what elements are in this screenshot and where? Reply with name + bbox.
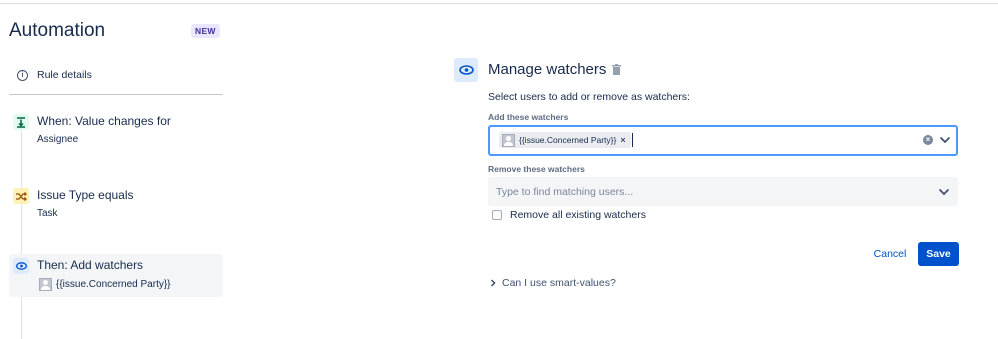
remove-all-checkbox[interactable]: [492, 210, 502, 220]
top-divider: [0, 3, 998, 4]
step-subtitle: Task: [37, 208, 58, 219]
add-watchers-field[interactable]: {{issue.Concerned Party}} × ×: [488, 125, 958, 156]
step-title: Issue Type equals: [37, 188, 134, 202]
text-cursor: [632, 133, 633, 147]
smart-values-help[interactable]: Can I use smart-values?: [490, 277, 616, 289]
step-subtitle-row: {{issue.Concerned Party}}: [39, 278, 171, 291]
chevron-down-icon[interactable]: [939, 136, 951, 144]
rule-details-link[interactable]: i Rule details: [17, 69, 92, 81]
watcher-chip: {{issue.Concerned Party}} ×: [499, 132, 631, 148]
sidebar-divider: [9, 94, 223, 95]
smart-values-label: Can I use smart-values?: [502, 277, 616, 289]
step-title: Then: Add watchers: [37, 258, 144, 272]
save-button[interactable]: Save: [918, 242, 959, 266]
trigger-icon: [13, 114, 29, 130]
page-title: Automation: [9, 20, 106, 41]
step-title: When: Value changes for: [37, 114, 171, 128]
remove-watchers-field[interactable]: [488, 177, 958, 206]
rule-details-label: Rule details: [37, 69, 92, 81]
trash-icon[interactable]: [612, 64, 621, 75]
remove-all-label: Remove all existing watchers: [510, 209, 646, 221]
remove-watchers-input[interactable]: [488, 177, 916, 206]
watcher-chip-label: {{issue.Concerned Party}}: [519, 135, 617, 145]
eye-icon: [454, 58, 478, 82]
chevron-right-icon: [490, 279, 496, 287]
rule-step-condition[interactable]: Issue Type equals Task: [9, 184, 223, 228]
eye-icon: [13, 258, 29, 274]
cancel-button[interactable]: Cancel: [868, 243, 912, 265]
rule-step-action-selected[interactable]: Then: Add watchers {{issue.Concerned Par…: [9, 254, 223, 297]
step-subtitle: {{issue.Concerned Party}}: [56, 279, 171, 290]
panel-description: Select users to add or remove as watcher…: [488, 91, 690, 103]
rule-flow-line: [21, 124, 22, 339]
clear-icon[interactable]: ×: [923, 135, 933, 145]
new-badge: NEW: [191, 24, 220, 38]
panel-title: Manage watchers: [488, 61, 607, 78]
remove-all-watchers-option[interactable]: Remove all existing watchers: [492, 209, 646, 221]
condition-shuffle-icon: [13, 188, 29, 204]
remove-watchers-label: Remove these watchers: [488, 164, 585, 174]
remove-chip-icon[interactable]: ×: [620, 135, 625, 145]
avatar-icon: [39, 278, 52, 291]
rule-step-trigger[interactable]: When: Value changes for Assignee: [9, 110, 223, 154]
step-subtitle: Assignee: [37, 134, 79, 145]
chevron-down-icon[interactable]: [938, 188, 950, 196]
add-watchers-label: Add these watchers: [488, 112, 569, 122]
avatar-icon: [502, 133, 515, 147]
info-icon: i: [17, 69, 28, 81]
